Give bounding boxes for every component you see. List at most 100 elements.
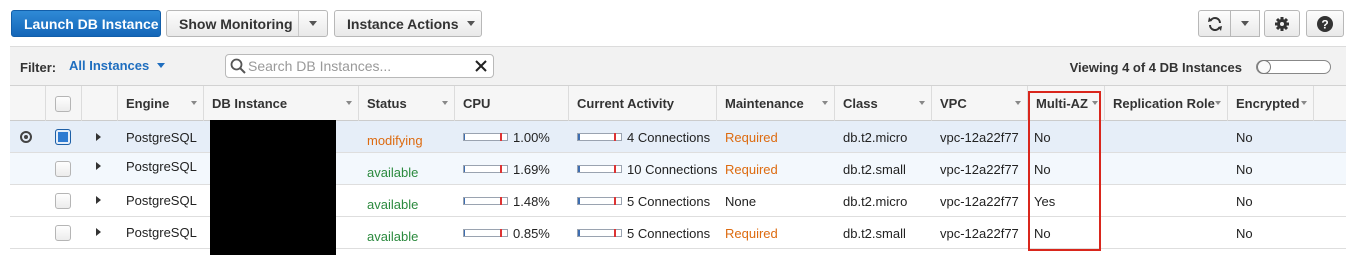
maintenance-cell[interactable]: Required (717, 153, 778, 185)
encrypted-cell: No (1236, 161, 1253, 177)
row-expand[interactable] (82, 216, 118, 248)
chevron-down-icon[interactable] (309, 21, 317, 26)
activity-value[interactable]: 4 Connections (627, 130, 710, 145)
row-checkbox-cell (46, 217, 82, 249)
expand-arrow-icon (96, 196, 101, 204)
row-checkbox[interactable] (55, 193, 71, 209)
col-maintenance[interactable]: Maintenance (717, 86, 835, 121)
refresh-dropdown-button[interactable] (1230, 10, 1260, 37)
engine-cell: PostgreSQL (126, 192, 197, 208)
header-expand-col (82, 86, 118, 121)
show-monitoring-label: Show Monitoring (179, 15, 293, 32)
activity-cell: 4 Connections (569, 121, 710, 153)
col-vpc[interactable]: VPC (932, 86, 1028, 121)
status-cell: available (367, 196, 419, 212)
row-checkbox[interactable] (55, 225, 71, 241)
search-input[interactable] (248, 57, 468, 75)
svg-text:?: ? (1321, 17, 1328, 31)
vpc-cell[interactable]: vpc-12a22f77 (932, 121, 1019, 153)
activity-value[interactable]: 10 Connections (627, 162, 717, 177)
expand-arrow-icon (96, 228, 101, 236)
filter-label: Filter: (20, 60, 57, 75)
class-cell: db.t2.small (843, 225, 906, 241)
row-expand[interactable] (82, 150, 118, 182)
help-button[interactable]: ? (1306, 10, 1344, 37)
activity-cell: 5 Connections (569, 185, 710, 217)
select-all-checkbox[interactable] (55, 95, 71, 112)
header-radio-col (10, 86, 46, 121)
settings-button[interactable] (1264, 10, 1300, 37)
row-expand[interactable] (82, 121, 118, 153)
refresh-icon (1207, 16, 1222, 31)
row-checkbox-cell (46, 153, 82, 185)
activity-bar (577, 165, 622, 173)
row-checkbox-cell (46, 185, 82, 217)
col-engine[interactable]: Engine (118, 86, 204, 121)
maintenance-cell[interactable]: Required (717, 121, 778, 153)
row-expand[interactable] (82, 184, 118, 216)
vpc-cell[interactable]: vpc-12a22f77 (932, 153, 1019, 185)
col-status[interactable]: Status (359, 86, 455, 121)
expand-arrow-icon (96, 133, 101, 141)
activity-bar (577, 229, 622, 237)
status-cell: available (367, 164, 419, 180)
cpu-bar (463, 229, 508, 237)
cpu-cell: 1.48% (455, 185, 550, 217)
header-select-all (46, 86, 82, 121)
activity-value[interactable]: 5 Connections (627, 226, 710, 241)
cpu-value: 1.69% (513, 161, 550, 177)
search-box (225, 54, 494, 78)
col-encrypted[interactable]: Encrypted (1228, 86, 1314, 121)
maintenance-cell[interactable]: Required (717, 217, 778, 249)
class-cell: db.t2.micro (843, 193, 908, 209)
engine-cell: PostgreSQL (126, 224, 197, 240)
cpu-bar (463, 197, 508, 205)
viewing-count: Viewing 4 of 4 DB Instances (1069, 60, 1242, 75)
clear-search-icon[interactable] (474, 59, 488, 73)
activity-value[interactable]: 5 Connections (627, 194, 710, 209)
radio-selected-icon (20, 131, 32, 143)
col-current-activity[interactable]: Current Activity (569, 86, 717, 121)
launch-db-instance-button[interactable]: Launch DB Instance (11, 10, 161, 37)
col-replication-role[interactable]: Replication Role (1105, 86, 1228, 121)
cpu-cell: 1.69% (455, 153, 550, 185)
table-header: Engine DB Instance Status CPU Current Ac… (10, 86, 1346, 121)
col-cpu[interactable]: CPU (455, 86, 569, 121)
row-radio[interactable] (10, 121, 46, 153)
encrypted-cell: No (1236, 225, 1253, 241)
vpc-cell[interactable]: vpc-12a22f77 (932, 185, 1019, 217)
show-monitoring-button[interactable]: Show Monitoring (166, 10, 328, 37)
cpu-bar (463, 165, 508, 173)
vpc-cell[interactable]: vpc-12a22f77 (932, 217, 1019, 249)
filter-bar: Filter: All Instances Viewing 4 of 4 DB … (10, 46, 1346, 86)
maintenance-cell: None (725, 193, 757, 209)
engine-cell: PostgreSQL (126, 129, 197, 145)
class-cell: db.t2.small (843, 161, 906, 177)
view-density-slider[interactable] (1256, 60, 1331, 74)
instance-actions-label: Instance Actions (347, 15, 459, 32)
status-cell: available (367, 228, 419, 244)
refresh-button[interactable] (1198, 10, 1231, 37)
multi-az-highlight-box (1028, 91, 1101, 251)
filter-selected-value: All Instances (69, 58, 150, 73)
engine-cell: PostgreSQL (126, 158, 197, 174)
col-class[interactable]: Class (835, 86, 932, 121)
slider-knob[interactable] (1257, 60, 1271, 74)
search-icon (230, 58, 246, 74)
gear-icon (1275, 16, 1289, 31)
activity-bar (577, 133, 622, 141)
cpu-value: 1.00% (513, 129, 550, 145)
expand-arrow-icon (96, 162, 101, 170)
cpu-cell: 1.00% (455, 121, 550, 153)
class-cell: db.t2.micro (843, 129, 908, 145)
cpu-cell: 0.85% (455, 217, 550, 249)
col-db-instance[interactable]: DB Instance (204, 86, 359, 121)
row-checkbox[interactable] (55, 161, 71, 177)
cpu-bar (463, 133, 508, 141)
status-cell: modifying (367, 132, 423, 148)
instance-actions-button[interactable]: Instance Actions (334, 10, 482, 37)
chevron-down-icon (157, 63, 166, 68)
row-checkbox[interactable] (55, 129, 71, 145)
instance-filter-select[interactable]: All Instances (69, 58, 166, 73)
chevron-down-icon (1241, 21, 1249, 26)
